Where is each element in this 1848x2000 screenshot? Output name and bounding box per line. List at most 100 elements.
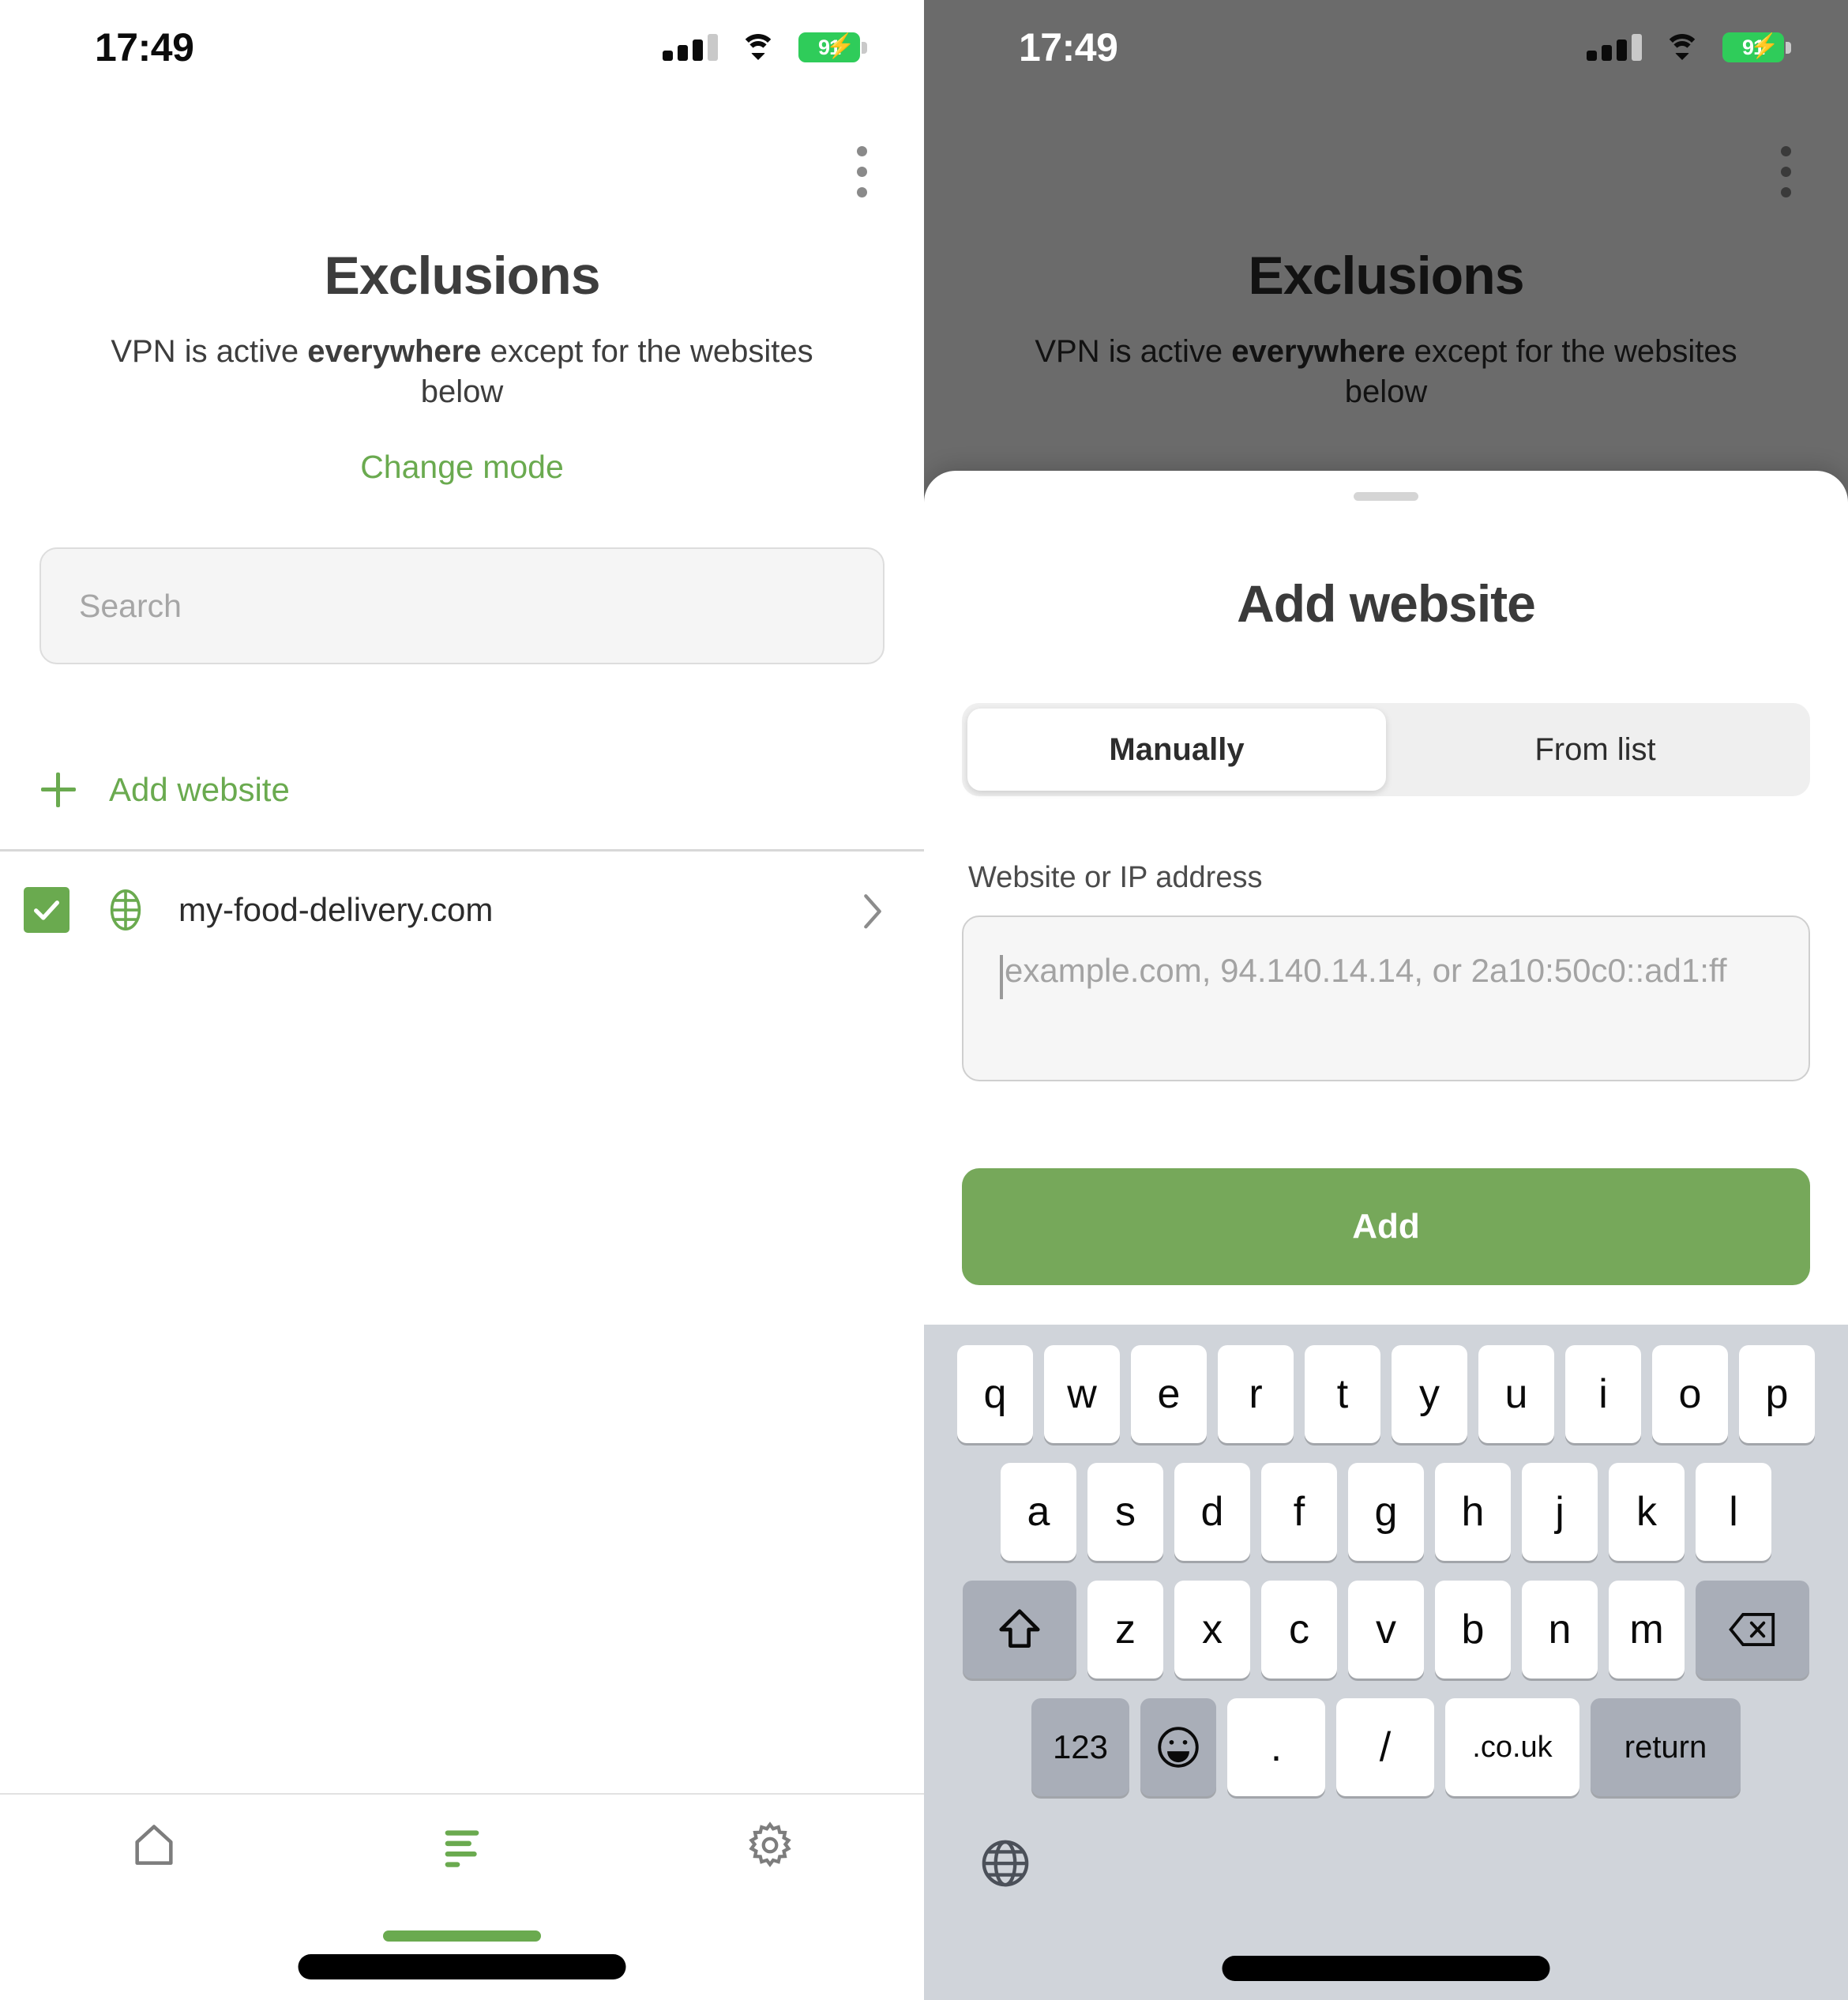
- status-icons: 91 ⚡: [1587, 32, 1791, 62]
- subtitle-prefix: VPN is active: [111, 334, 308, 369]
- status-time: 17:49: [95, 25, 194, 70]
- key-o[interactable]: o: [1652, 1345, 1728, 1443]
- status-time: 17:49: [1019, 25, 1118, 70]
- key-g[interactable]: g: [1348, 1463, 1424, 1561]
- numbers-key[interactable]: 123: [1031, 1698, 1129, 1796]
- search-placeholder: Search: [79, 587, 182, 624]
- status-icons: 91 ⚡: [663, 32, 867, 62]
- key-k[interactable]: k: [1609, 1463, 1685, 1561]
- key-b[interactable]: b: [1435, 1581, 1511, 1679]
- return-key[interactable]: return: [1591, 1698, 1741, 1796]
- sheet-title: Add website: [1237, 574, 1536, 633]
- signal-bars-icon: [663, 34, 718, 61]
- segment-manually[interactable]: Manually: [967, 709, 1386, 791]
- tld-key[interactable]: .co.uk: [1445, 1698, 1579, 1796]
- gear-icon: [749, 1821, 791, 1867]
- tab-home[interactable]: [0, 1795, 308, 1929]
- charging-bolt-icon: ⚡: [1749, 33, 1779, 59]
- key-p[interactable]: p: [1739, 1345, 1815, 1443]
- key-l[interactable]: l: [1696, 1463, 1771, 1561]
- charging-bolt-icon: ⚡: [825, 33, 855, 59]
- status-bar: 17:49 91 ⚡: [924, 0, 1848, 95]
- keyboard-row-1: qwertyuiop: [924, 1345, 1848, 1443]
- search-wrapper: Search: [39, 547, 885, 665]
- emoji-smiley-icon: [1158, 1727, 1199, 1768]
- field-label: Website or IP address: [968, 861, 1263, 894]
- add-website-button[interactable]: Add website: [0, 739, 924, 841]
- period-key[interactable]: .: [1227, 1698, 1325, 1796]
- key-h[interactable]: h: [1435, 1463, 1511, 1561]
- globe-icon: [103, 887, 148, 933]
- exclusions-lines-icon: [445, 1830, 479, 1867]
- home-indicator: [298, 1954, 626, 1979]
- language-globe-key[interactable]: [924, 1816, 1848, 1911]
- segment-from-list[interactable]: From list: [1386, 709, 1805, 791]
- add-website-label: Add website: [109, 771, 290, 809]
- status-bar: 17:49 91 ⚡: [0, 0, 924, 95]
- text-caret: [1000, 955, 1003, 999]
- key-d[interactable]: d: [1174, 1463, 1250, 1561]
- signal-bars-icon: [1587, 34, 1642, 61]
- keyboard-row-4: 123 . / .co.uk return: [924, 1698, 1848, 1796]
- change-mode-link[interactable]: Change mode: [0, 449, 924, 486]
- wifi-icon: [1664, 34, 1700, 61]
- segmented-control: Manually From list: [962, 703, 1810, 796]
- exclusions-screen: 17:49 91 ⚡ Exclusions VPN is active ever…: [0, 0, 924, 2000]
- website-checkbox[interactable]: [24, 887, 69, 934]
- key-i[interactable]: i: [1565, 1345, 1641, 1443]
- key-z[interactable]: z: [1087, 1581, 1163, 1679]
- home-icon: [135, 1825, 173, 1865]
- wifi-icon: [740, 34, 776, 61]
- website-input-placeholder: example.com, 94.140.14.14, or 2a10:50c0:…: [1005, 952, 1727, 989]
- keyboard-row-3-letters: zxcvbnm: [1082, 1581, 1690, 1679]
- website-name: my-food-delivery.com: [178, 891, 494, 929]
- key-t[interactable]: t: [1305, 1345, 1380, 1443]
- drag-handle[interactable]: [1354, 492, 1418, 501]
- tab-exclusions[interactable]: [308, 1795, 616, 1942]
- keyboard-row-3: zxcvbnm: [924, 1581, 1848, 1679]
- key-f[interactable]: f: [1261, 1463, 1337, 1561]
- key-v[interactable]: v: [1348, 1581, 1424, 1679]
- battery-charging-icon: 91 ⚡: [798, 32, 867, 62]
- keyboard-row-2: asdfghjkl: [924, 1463, 1848, 1561]
- plus-icon: [41, 773, 76, 808]
- key-m[interactable]: m: [1609, 1581, 1685, 1679]
- emoji-key[interactable]: [1140, 1698, 1216, 1796]
- tab-bar: [0, 1793, 924, 2000]
- page-subtitle: VPN is active everywhere except for the …: [0, 332, 924, 412]
- add-button-label: Add: [1352, 1207, 1420, 1246]
- shift-key[interactable]: [963, 1581, 1076, 1679]
- backspace-icon: [1729, 1613, 1775, 1646]
- key-q[interactable]: q: [957, 1345, 1033, 1443]
- key-r[interactable]: r: [1218, 1345, 1294, 1443]
- key-a[interactable]: a: [1001, 1463, 1076, 1561]
- backspace-key[interactable]: [1696, 1581, 1809, 1679]
- tab-settings[interactable]: [616, 1795, 924, 1929]
- key-e[interactable]: e: [1131, 1345, 1207, 1443]
- key-u[interactable]: u: [1478, 1345, 1554, 1443]
- slash-key[interactable]: /: [1336, 1698, 1434, 1796]
- active-tab-underline: [383, 1930, 541, 1942]
- subtitle-bold: everywhere: [307, 334, 482, 369]
- key-w[interactable]: w: [1044, 1345, 1120, 1443]
- key-n[interactable]: n: [1522, 1581, 1598, 1679]
- search-input[interactable]: Search: [39, 547, 885, 665]
- key-y[interactable]: y: [1392, 1345, 1467, 1443]
- shift-arrow-icon: [999, 1609, 1040, 1648]
- chevron-right-icon[interactable]: [862, 893, 883, 929]
- table-row[interactable]: my-food-delivery.com: [0, 852, 924, 968]
- on-screen-keyboard: qwertyuiop asdfghjkl zxcvbnm 123 . / .co…: [924, 1325, 1848, 2000]
- home-indicator: [1222, 1956, 1550, 1981]
- screenshot-stage: 17:49 91 ⚡ Exclusions VPN is active ever…: [0, 0, 1848, 2000]
- key-s[interactable]: s: [1087, 1463, 1163, 1561]
- key-j[interactable]: j: [1522, 1463, 1598, 1561]
- page-title: Exclusions: [324, 246, 600, 306]
- globe-language-icon: [982, 1840, 1029, 1887]
- key-c[interactable]: c: [1261, 1581, 1337, 1679]
- add-website-screen: Exclusions VPN is active everywhere exce…: [924, 0, 1848, 2000]
- battery-charging-icon: 91 ⚡: [1722, 32, 1791, 62]
- add-button[interactable]: Add: [962, 1168, 1810, 1285]
- key-x[interactable]: x: [1174, 1581, 1250, 1679]
- kebab-menu-icon[interactable]: [857, 146, 867, 197]
- website-input[interactable]: example.com, 94.140.14.14, or 2a10:50c0:…: [962, 915, 1810, 1081]
